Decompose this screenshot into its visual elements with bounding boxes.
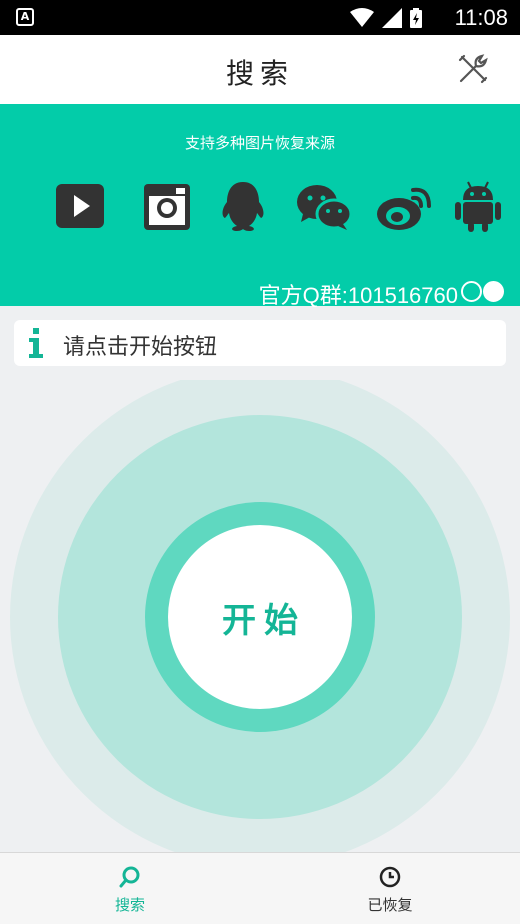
pager-dot-active[interactable]	[483, 281, 504, 302]
qq-icon	[222, 182, 264, 231]
android-icon	[455, 181, 501, 232]
start-button[interactable]: 开始	[168, 525, 352, 709]
tab-recovered-label: 已恢复	[367, 896, 413, 914]
scan-area: 开始	[0, 380, 520, 852]
bottom-nav: 搜索 已恢复	[0, 852, 520, 924]
qq-group-text: 官方Q群:101516760	[258, 283, 458, 308]
hint-text: 请点击开始按钮	[63, 335, 218, 360]
page-title: 搜索	[225, 57, 294, 90]
tab-recovered[interactable]: 已恢复	[260, 853, 520, 924]
status-bar: A 11:08	[0, 0, 520, 35]
app-header: 搜索	[0, 35, 520, 104]
clock-icon	[379, 866, 401, 888]
wifi-icon	[350, 8, 374, 27]
youtube-icon	[56, 184, 104, 228]
tab-search[interactable]: 搜索	[0, 853, 260, 924]
info-icon	[29, 328, 43, 358]
signal-icon	[382, 8, 402, 28]
instagram-icon	[144, 184, 190, 230]
wechat-icon	[297, 185, 353, 230]
tools-icon[interactable]	[456, 52, 490, 86]
battery-icon	[410, 8, 422, 28]
sources-banner: 支持多种图片恢复来源 官方Q群:101516760	[0, 104, 520, 308]
weibo-icon	[377, 187, 431, 230]
tab-search-label: 搜索	[114, 896, 145, 914]
pager-dot[interactable]	[461, 281, 482, 302]
clock-time: 11:08	[454, 5, 508, 30]
start-button-label: 开始	[222, 601, 306, 640]
hint-bar: 请点击开始按钮	[14, 320, 506, 366]
status-icons	[350, 8, 422, 28]
app-notification-icon: A	[16, 8, 34, 26]
search-icon	[119, 866, 140, 888]
banner-subtitle: 支持多种图片恢复来源	[184, 134, 335, 152]
